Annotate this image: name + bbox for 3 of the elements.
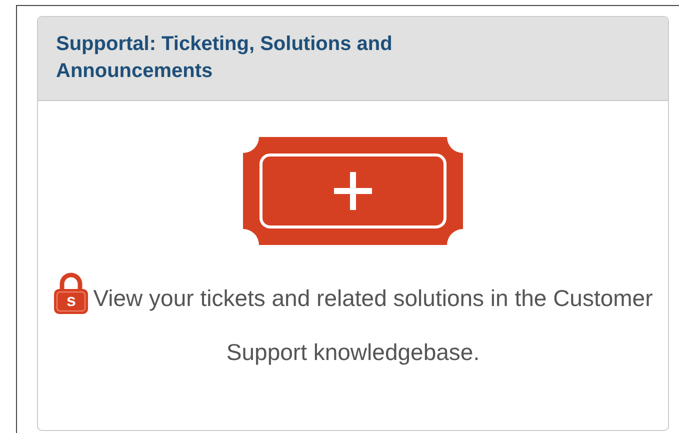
add-ticket-icon[interactable]	[243, 137, 463, 245]
panel-title: Supportal: Ticketing, Solutions and Announcements	[56, 32, 394, 84]
description-text: View your tickets and related solutions in the Customer Support knowledgebase.	[93, 285, 653, 365]
